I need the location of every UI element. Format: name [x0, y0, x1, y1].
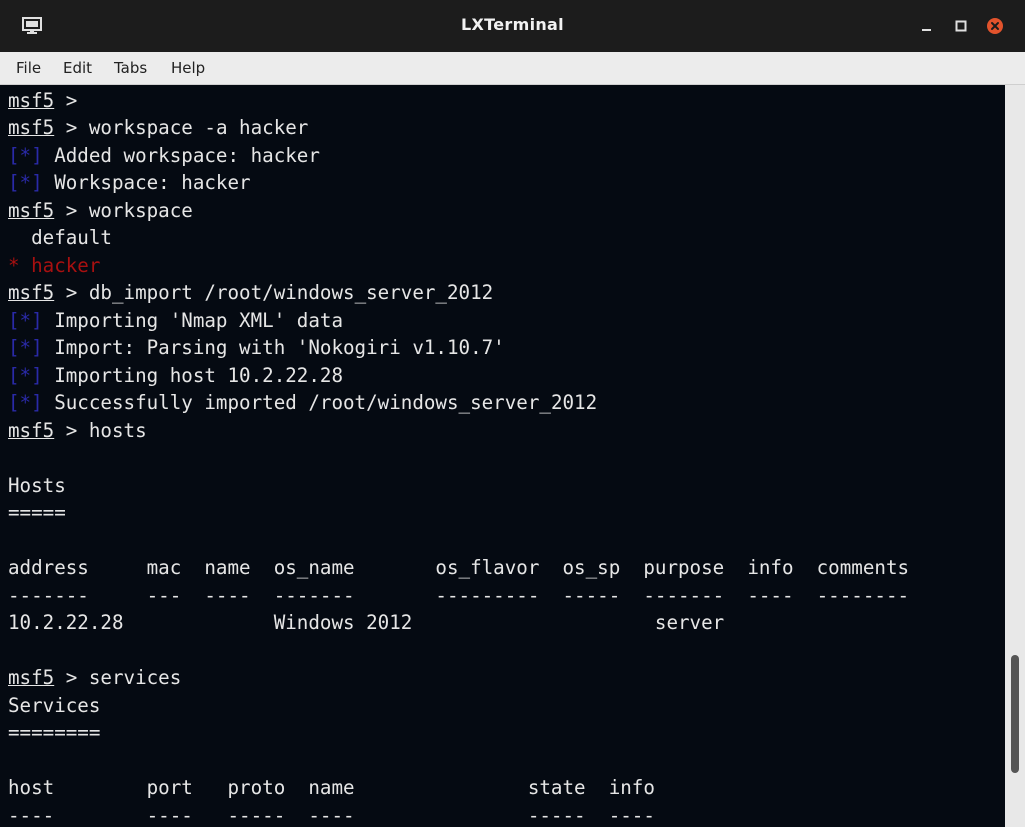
menu-bar: File Edit Tabs Help	[0, 52, 1025, 85]
terminal-output[interactable]: msf5 > msf5 > workspace -a hacker [*] Ad…	[0, 85, 1005, 827]
terminal-line: msf5 > services	[8, 666, 182, 689]
prompt: msf5	[8, 116, 55, 139]
terminal-line: [*] Importing host 10.2.22.28	[8, 364, 344, 387]
terminal-line: Hosts	[8, 474, 66, 497]
menu-edit[interactable]: Edit	[63, 59, 92, 77]
terminal-line: msf5 >	[8, 89, 78, 112]
menu-file[interactable]: File	[16, 59, 41, 77]
terminal-line: ========	[8, 721, 101, 744]
info-marker: [*]	[8, 309, 43, 332]
info-marker: [*]	[8, 391, 43, 414]
terminal-line: Services	[8, 694, 101, 717]
info-marker: [*]	[8, 336, 43, 359]
window-title: LXTerminal	[461, 15, 564, 34]
terminal-window: LXTerminal File Edit Tabs Help msf5 > ms…	[0, 0, 1025, 827]
prompt: msf5	[8, 199, 55, 222]
prompt: msf5	[8, 666, 55, 689]
terminal-line-active-workspace: * hacker	[8, 254, 101, 277]
terminal-line: host port proto name state info	[8, 776, 655, 799]
terminal-line: default	[8, 226, 112, 249]
terminal-line: =====	[8, 501, 66, 524]
info-marker: [*]	[8, 364, 43, 387]
close-icon[interactable]	[986, 17, 1004, 35]
vertical-scrollbar[interactable]	[1005, 85, 1025, 827]
scrollbar-thumb[interactable]	[1011, 655, 1019, 773]
terminal-line: ---- ---- ----- ---- ----- ----	[8, 804, 655, 827]
title-bar[interactable]: LXTerminal	[0, 0, 1025, 52]
minimize-icon[interactable]	[918, 17, 936, 35]
terminal-line: 10.2.22.28 Windows 2012 server	[8, 611, 725, 634]
info-marker: [*]	[8, 171, 43, 194]
terminal-line: msf5 > db_import /root/windows_server_20…	[8, 281, 494, 304]
terminal-line: msf5 > hosts	[8, 419, 147, 442]
prompt: msf5	[8, 281, 55, 304]
terminal-line: [*] Workspace: hacker	[8, 171, 251, 194]
terminal-line: msf5 > workspace	[8, 199, 193, 222]
prompt: msf5	[8, 89, 55, 112]
menu-tabs[interactable]: Tabs	[114, 59, 147, 77]
terminal-line: [*] Added workspace: hacker	[8, 144, 320, 167]
prompt: msf5	[8, 419, 55, 442]
terminal-line: [*] Importing 'Nmap XML' data	[8, 309, 344, 332]
terminal-line: address mac name os_name os_flavor os_sp…	[8, 556, 910, 579]
maximize-icon[interactable]	[952, 17, 970, 35]
terminal-line: [*] Successfully imported /root/windows_…	[8, 391, 598, 414]
terminal-line: [*] Import: Parsing with 'Nokogiri v1.10…	[8, 336, 505, 359]
info-marker: [*]	[8, 144, 43, 167]
terminal-line: ------- --- ---- ------- --------- -----…	[8, 584, 910, 607]
menu-help[interactable]: Help	[171, 59, 205, 77]
terminal-line: msf5 > workspace -a hacker	[8, 116, 309, 139]
